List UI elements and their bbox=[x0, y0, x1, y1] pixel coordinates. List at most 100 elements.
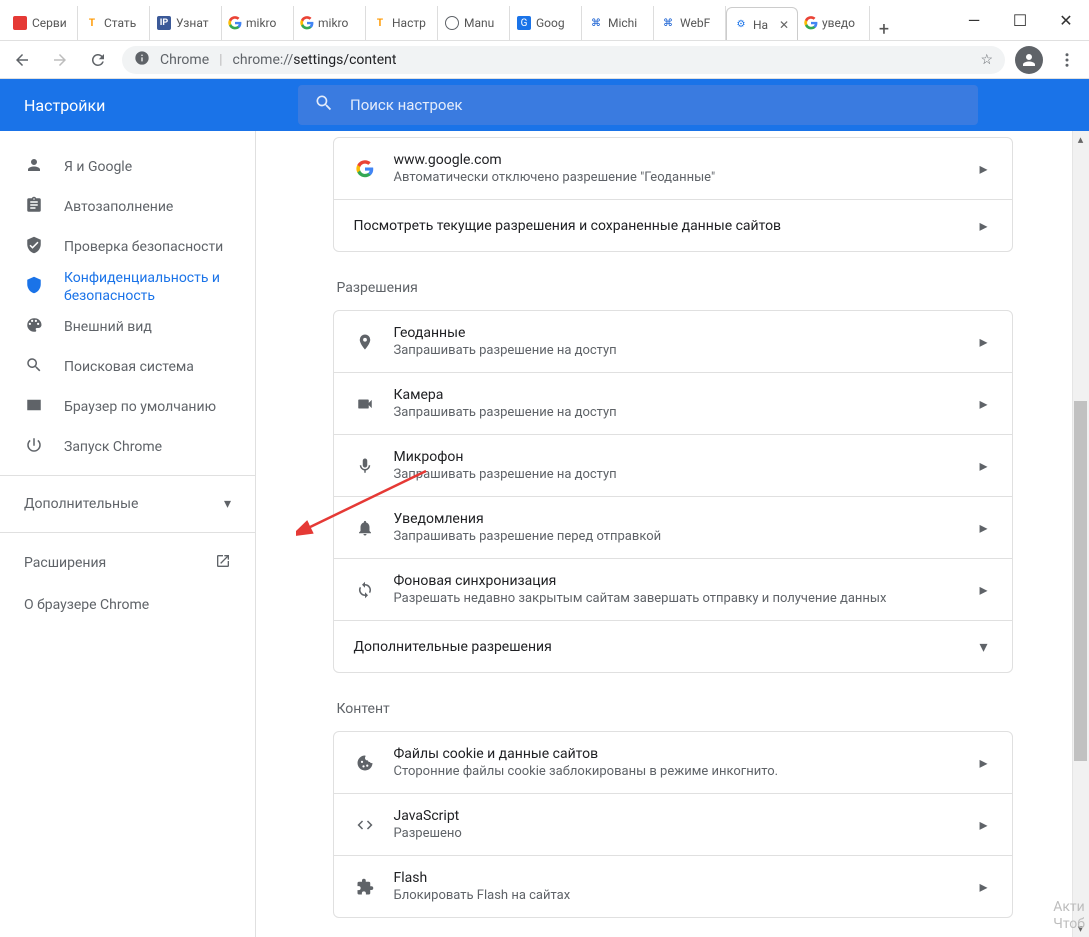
extension-icon bbox=[354, 876, 376, 898]
content-javascript-row[interactable]: JavaScriptРазрешено▸ bbox=[334, 793, 1012, 855]
scroll-up-button[interactable]: ▴ bbox=[1072, 131, 1089, 148]
more-permissions-row[interactable]: Дополнительные разрешения▾ bbox=[334, 620, 1012, 672]
address-bar[interactable]: Chrome | chrome://settings/content ☆ bbox=[122, 46, 1005, 74]
shield-icon bbox=[24, 276, 44, 299]
minimize-button[interactable]: — bbox=[951, 0, 997, 40]
permission-camera-row[interactable]: КамераЗапрашивать разрешение на доступ▸ bbox=[334, 372, 1012, 434]
sidebar-item-search-engine[interactable]: Поисковая система bbox=[0, 347, 255, 387]
browser-tab[interactable]: уведо bbox=[798, 6, 870, 40]
sidebar-item-privacy-security[interactable]: Конфиденциальность и безопасность bbox=[0, 267, 255, 307]
new-tab-button[interactable]: + bbox=[870, 19, 898, 40]
sidebar-advanced-toggle[interactable]: Дополнительные▾ bbox=[0, 484, 255, 524]
content-section-label: Контент bbox=[333, 701, 1013, 717]
browser-tab[interactable]: IPУзнат bbox=[150, 6, 222, 40]
location-icon bbox=[354, 331, 376, 353]
sync-icon bbox=[354, 579, 376, 601]
mic-icon bbox=[354, 455, 376, 477]
chevron-right-icon: ▸ bbox=[976, 753, 992, 772]
content-cookies-row[interactable]: Файлы cookie и данные сайтовСторонние фа… bbox=[334, 732, 1012, 793]
permissions-section-label: Разрешения bbox=[333, 280, 1013, 296]
chevron-right-icon: ▸ bbox=[976, 518, 992, 537]
chevron-right-icon: ▸ bbox=[976, 877, 992, 896]
chevron-right-icon: ▸ bbox=[976, 394, 992, 413]
url-origin: Chrome bbox=[160, 52, 209, 68]
sidebar-extensions-link[interactable]: Расширения bbox=[0, 541, 255, 585]
search-icon bbox=[314, 93, 334, 117]
content-panel: Файлы cookie и данные сайтовСторонние фа… bbox=[333, 731, 1013, 918]
view-all-permissions-row[interactable]: Посмотреть текущие разрешения и сохранен… bbox=[334, 199, 1012, 251]
activation-watermark: Акти Чтоб bbox=[1053, 899, 1085, 933]
chevron-right-icon: ▸ bbox=[976, 580, 992, 599]
chevron-down-icon: ▾ bbox=[976, 637, 992, 656]
cookie-icon bbox=[354, 752, 376, 774]
gear-icon: ⚙ bbox=[733, 17, 749, 33]
settings-content: www.google.comАвтоматически отключено ра… bbox=[256, 131, 1089, 937]
settings-search-input[interactable] bbox=[350, 96, 962, 114]
camera-icon bbox=[354, 393, 376, 415]
content-flash-row[interactable]: FlashБлокировать Flash на сайтах▸ bbox=[334, 855, 1012, 917]
back-button[interactable] bbox=[8, 46, 36, 74]
profile-avatar[interactable] bbox=[1015, 46, 1043, 74]
open-external-icon bbox=[215, 553, 231, 573]
settings-search[interactable] bbox=[298, 85, 978, 125]
browser-tab[interactable]: Серви bbox=[6, 6, 78, 40]
close-tab-icon[interactable]: ✕ bbox=[777, 18, 791, 32]
chevron-right-icon: ▸ bbox=[976, 216, 992, 235]
close-window-button[interactable]: ✕ bbox=[1043, 0, 1089, 40]
permissions-panel: ГеоданныеЗапрашивать разрешение на досту… bbox=[333, 310, 1013, 673]
person-icon bbox=[24, 156, 44, 179]
permission-notifications-row[interactable]: УведомленияЗапрашивать разрешение перед … bbox=[334, 496, 1012, 558]
sidebar-item-default-browser[interactable]: Браузер по умолчанию bbox=[0, 387, 255, 427]
browser-tabs: Серви TСтать IPУзнат mikro mikro TНастр … bbox=[0, 0, 951, 40]
browser-tab[interactable]: mikro bbox=[294, 6, 366, 40]
permission-location-row[interactable]: ГеоданныеЗапрашивать разрешение на досту… bbox=[334, 311, 1012, 372]
google-favicon-icon bbox=[354, 158, 376, 180]
sidebar-item-safety-check[interactable]: Проверка безопасности bbox=[0, 227, 255, 267]
recent-site-row[interactable]: www.google.comАвтоматически отключено ра… bbox=[334, 138, 1012, 199]
menu-button[interactable] bbox=[1053, 46, 1081, 74]
browser-tab[interactable]: ⌘Michi bbox=[582, 6, 654, 40]
browser-icon bbox=[24, 396, 44, 419]
forward-button[interactable] bbox=[46, 46, 74, 74]
permission-background-sync-row[interactable]: Фоновая синхронизацияРазрешать недавно з… bbox=[334, 558, 1012, 620]
browser-tab[interactable]: TСтать bbox=[78, 6, 150, 40]
sidebar-item-on-startup[interactable]: Запуск Chrome bbox=[0, 427, 255, 467]
settings-header: Настройки bbox=[0, 79, 1089, 131]
browser-toolbar: Chrome | chrome://settings/content ☆ bbox=[0, 41, 1089, 79]
browser-tab[interactable]: TНастр bbox=[366, 6, 438, 40]
sidebar-item-you-and-google[interactable]: Я и Google bbox=[0, 147, 255, 187]
sidebar-item-appearance[interactable]: Внешний вид bbox=[0, 307, 255, 347]
chevron-down-icon: ▾ bbox=[224, 496, 231, 512]
chevron-right-icon: ▸ bbox=[976, 159, 992, 178]
settings-title: Настройки bbox=[0, 96, 298, 115]
site-info-icon[interactable] bbox=[134, 50, 150, 70]
palette-icon bbox=[24, 316, 44, 339]
maximize-button[interactable]: ☐ bbox=[997, 0, 1043, 40]
browser-tab[interactable]: GGoog bbox=[510, 6, 582, 40]
chevron-right-icon: ▸ bbox=[976, 815, 992, 834]
bookmark-star-icon[interactable]: ☆ bbox=[980, 52, 993, 68]
chevron-right-icon: ▸ bbox=[976, 456, 992, 475]
reload-button[interactable] bbox=[84, 46, 112, 74]
sidebar-about-chrome[interactable]: О браузере Chrome bbox=[0, 585, 255, 625]
settings-sidebar: Я и Google Автозаполнение Проверка безоп… bbox=[0, 131, 256, 937]
browser-tab-active[interactable]: ⚙На✕ bbox=[726, 7, 798, 40]
recent-activity-panel: www.google.comАвтоматически отключено ра… bbox=[333, 137, 1013, 252]
browser-tab[interactable]: ⌘WebF bbox=[654, 6, 726, 40]
window-titlebar: Серви TСтать IPУзнат mikro mikro TНастр … bbox=[0, 0, 1089, 41]
permission-microphone-row[interactable]: МикрофонЗапрашивать разрешение на доступ… bbox=[334, 434, 1012, 496]
window-controls: — ☐ ✕ bbox=[951, 0, 1089, 40]
scrollbar[interactable]: ▴ ▾ bbox=[1072, 131, 1089, 937]
search-icon bbox=[24, 356, 44, 379]
url-text: chrome://settings/content bbox=[233, 52, 397, 68]
code-icon bbox=[354, 814, 376, 836]
chevron-right-icon: ▸ bbox=[976, 332, 992, 351]
sidebar-item-autofill[interactable]: Автозаполнение bbox=[0, 187, 255, 227]
browser-tab[interactable]: mikro bbox=[222, 6, 294, 40]
scrollbar-thumb[interactable] bbox=[1074, 401, 1087, 761]
browser-tab[interactable]: Manu bbox=[438, 6, 510, 40]
verified-icon bbox=[24, 236, 44, 259]
clipboard-icon bbox=[24, 196, 44, 219]
bell-icon bbox=[354, 517, 376, 539]
power-icon bbox=[24, 436, 44, 459]
